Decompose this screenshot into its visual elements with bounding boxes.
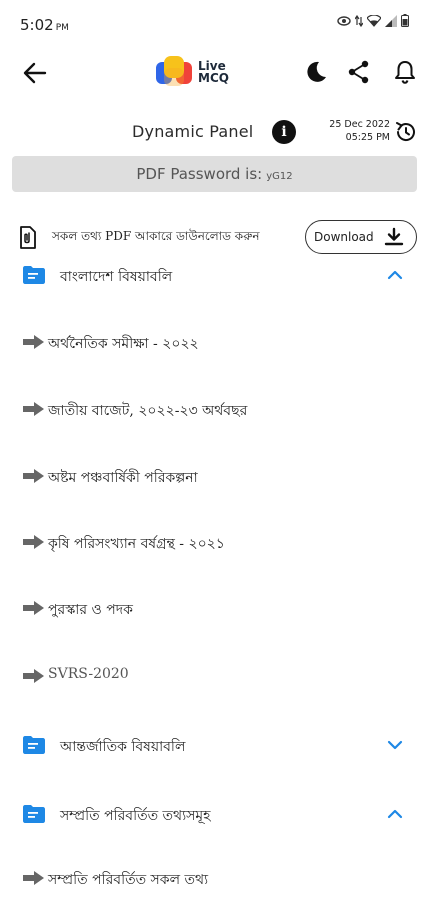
status-bar: 5:02 PM (0, 0, 429, 44)
wifi-icon (367, 14, 381, 27)
app-bar: Live MCQ (0, 48, 429, 96)
data-transfer-icon (355, 14, 363, 27)
list-item-eighth-five-year-plan[interactable]: অষ্টম পঞ্চবার্ষিকী পরিকল্পনা (0, 456, 429, 496)
notification-bell-icon[interactable] (391, 58, 419, 86)
download-description: সকল তথ্য PDF আকারে ডাউনলোড করুন (52, 229, 260, 243)
password-value: yG12 (266, 171, 293, 182)
arrow-right-icon (23, 335, 44, 349)
signal-icon (385, 14, 397, 27)
list-item-label: সম্প্রতি পরিবর্তিত সকল তথ্য (48, 872, 209, 888)
status-time: 5:02 PM (20, 16, 69, 34)
download-button[interactable]: Download (305, 220, 417, 254)
panel-title: Dynamic Panel (132, 122, 254, 141)
panel-date: 25 Dec 2022 (329, 119, 390, 130)
arrow-right-icon (23, 535, 44, 549)
section-header-bangladesh[interactable]: বাংলাদেশ বিষয়াবলি (0, 255, 429, 295)
chevron-up-icon (387, 270, 403, 280)
chevron-down-icon (387, 740, 403, 750)
arrow-right-icon (23, 402, 44, 416)
arrow-right-icon (23, 601, 44, 615)
password-label: PDF Password is: (136, 165, 263, 183)
logo-text: Live MCQ (198, 60, 229, 84)
battery-icon (401, 14, 409, 27)
folder-icon (23, 805, 45, 823)
list-item-all-recent-changes[interactable]: সম্প্রতি পরিবর্তিত সকল তথ্য (0, 858, 429, 898)
list-item-svrs-2020[interactable]: SVRS-2020 (0, 656, 429, 696)
list-item-awards-medals[interactable]: পুরস্কার ও পদক (0, 588, 429, 628)
list-item-label: অষ্টম পঞ্চবার্ষিকী পরিকল্পনা (48, 470, 198, 486)
list-item-label: জাতীয় বাজেট, ২০২২-২৩ অর্থবছর (48, 403, 248, 419)
list-item-label: SVRS-2020 (48, 666, 129, 682)
arrow-right-icon (23, 871, 44, 885)
list-item-label: অর্থনৈতিক সমীক্ষা - ২০২২ (48, 336, 199, 352)
download-icon (384, 227, 404, 246)
dark-mode-moon-icon[interactable] (302, 58, 330, 86)
list-item-economic-survey[interactable]: অর্থনৈতিক সমীক্ষা - ২০২২ (0, 322, 429, 362)
arrow-right-icon (23, 669, 44, 683)
list-item-label: পুরস্কার ও পদক (48, 602, 133, 618)
status-icons (337, 14, 409, 27)
download-row: সকল তথ্য PDF আকারে ডাউনলোড করুন Download (0, 218, 429, 258)
folder-icon (23, 736, 45, 754)
pdf-password-bar: PDF Password is: yG12 (12, 156, 417, 192)
attachment-file-icon (20, 226, 36, 249)
chevron-up-icon (387, 809, 403, 819)
eye-icon (337, 15, 351, 26)
share-icon[interactable] (345, 58, 373, 86)
list-item-label: কৃষি পরিসংখ্যান বর্ষগ্রন্থ - ২০২১ (48, 536, 225, 552)
arrow-right-icon (23, 469, 44, 483)
download-button-label: Download (314, 230, 374, 244)
section-label: সম্প্রতি পরিবর্তিত তথ্যসমূহ (60, 808, 211, 824)
back-arrow-icon[interactable] (20, 58, 50, 88)
section-header-recently-changed[interactable]: সম্প্রতি পরিবর্তিত তথ্যসমূহ (0, 794, 429, 834)
section-label: আন্তর্জাতিক বিষয়াবলি (60, 739, 186, 755)
list-item-national-budget[interactable]: জাতীয় বাজেট, ২০২২-২৩ অর্থবছর (0, 389, 429, 429)
section-label: বাংলাদেশ বিষয়াবলি (60, 269, 173, 285)
folder-icon (23, 266, 45, 284)
history-refresh-icon[interactable] (394, 120, 418, 144)
panel-time: 05:25 PM (345, 132, 390, 143)
list-item-agriculture-yearbook[interactable]: কৃষি পরিসংখ্যান বর্ষগ্রন্থ - ২০২১ (0, 522, 429, 562)
app-logo: Live MCQ (154, 54, 229, 90)
panel-header: Dynamic Panel i 25 Dec 2022 05:25 PM (0, 112, 429, 152)
logo-line2: MCQ (198, 71, 229, 85)
panel-timestamp: 25 Dec 2022 05:25 PM (326, 118, 390, 144)
section-header-international[interactable]: আন্তর্জাতিক বিষয়াবলি (0, 725, 429, 765)
logo-mark-icon (156, 56, 192, 86)
info-icon[interactable]: i (272, 120, 296, 144)
